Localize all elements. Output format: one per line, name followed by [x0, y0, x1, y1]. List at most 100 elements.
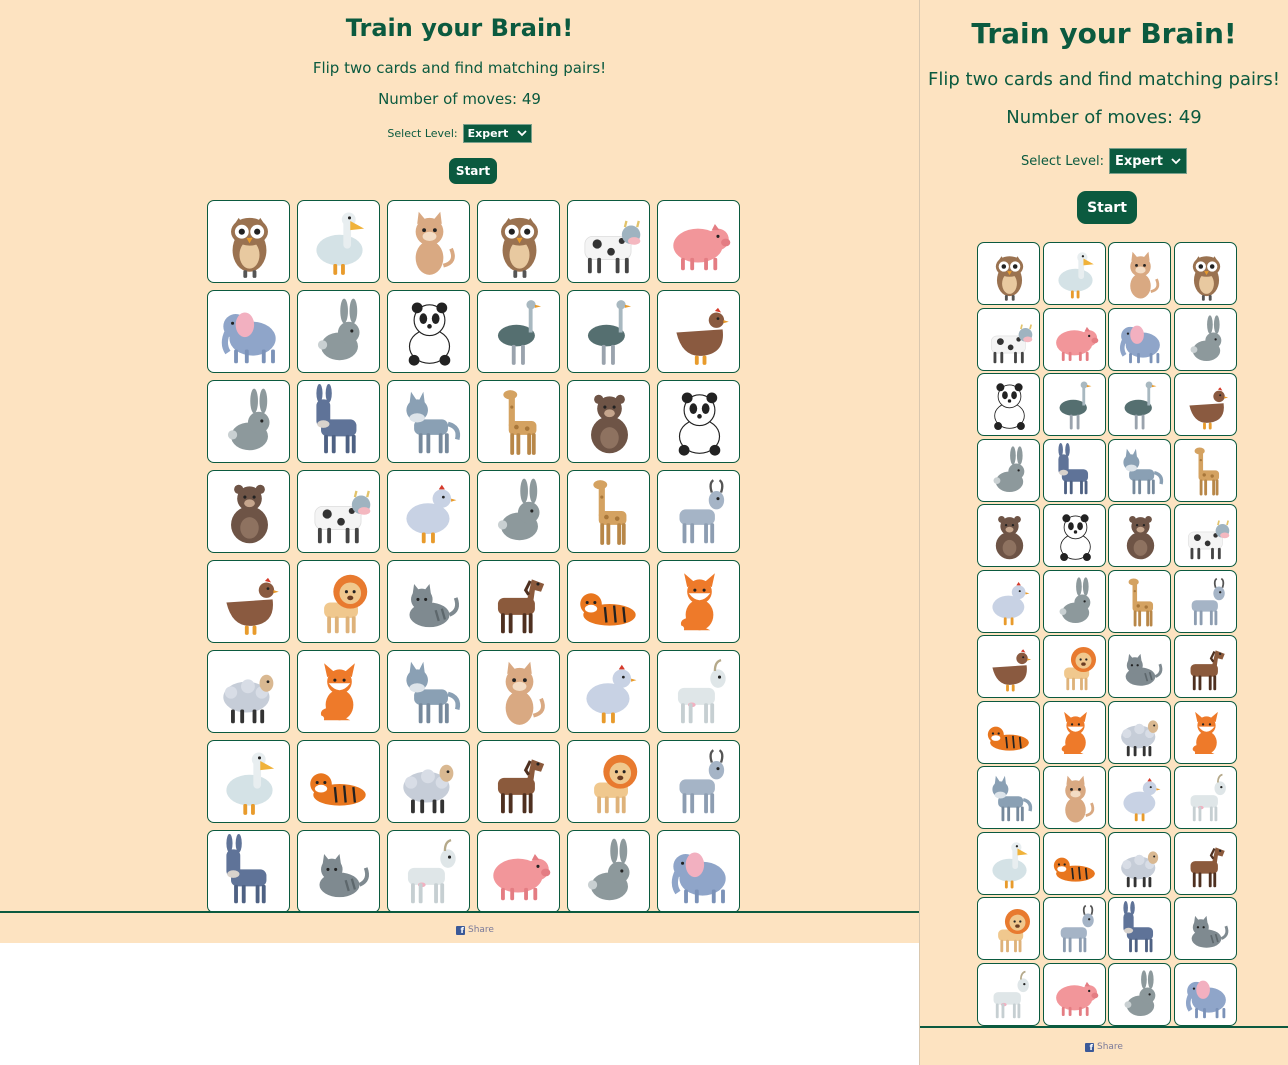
- memory-card-elephant[interactable]: [207, 290, 290, 373]
- memory-card-rabbit[interactable]: [1108, 962, 1171, 1026]
- memory-card-ostrich[interactable]: [1108, 373, 1171, 436]
- share-link[interactable]: f Share: [456, 925, 494, 935]
- memory-card-rabbit[interactable]: [207, 380, 290, 463]
- memory-card-goat[interactable]: [657, 740, 740, 823]
- memory-card-tiger[interactable]: [977, 700, 1040, 764]
- memory-card-donkey[interactable]: [297, 380, 380, 463]
- memory-card-fox[interactable]: [1042, 700, 1106, 764]
- memory-card-pig[interactable]: [657, 200, 740, 283]
- share-link[interactable]: f Share: [1085, 1042, 1123, 1052]
- memory-card-horse[interactable]: [1173, 831, 1237, 895]
- memory-card-horse[interactable]: [477, 560, 560, 643]
- start-button[interactable]: Start: [449, 158, 497, 184]
- memory-card-chicken[interactable]: [567, 650, 650, 733]
- memory-card-cow[interactable]: [567, 200, 650, 283]
- memory-card-tiger[interactable]: [297, 740, 380, 823]
- memory-card-gray-cat[interactable]: [1173, 897, 1237, 960]
- memory-card-pelican[interactable]: [1042, 242, 1106, 305]
- memory-card-panda[interactable]: [657, 380, 740, 463]
- memory-card-panda[interactable]: [1042, 504, 1106, 567]
- memory-card-ostrich[interactable]: [477, 290, 560, 373]
- memory-card-sheep[interactable]: [207, 650, 290, 733]
- memory-card-tiger[interactable]: [1042, 831, 1106, 895]
- memory-card-pelican[interactable]: [207, 740, 290, 823]
- memory-card-donkey[interactable]: [1042, 438, 1106, 502]
- memory-card-tiger[interactable]: [567, 560, 650, 643]
- memory-card-wolf[interactable]: [387, 380, 470, 463]
- memory-card-hen[interactable]: [657, 290, 740, 373]
- memory-card-gray-cat[interactable]: [387, 560, 470, 643]
- memory-card-white-goat[interactable]: [977, 962, 1040, 1026]
- memory-card-bear[interactable]: [567, 380, 650, 463]
- memory-card-bear[interactable]: [1108, 504, 1171, 567]
- memory-card-pelican[interactable]: [977, 831, 1040, 895]
- memory-card-horse[interactable]: [477, 740, 560, 823]
- start-button[interactable]: Start: [1077, 191, 1137, 224]
- memory-card-goat[interactable]: [657, 470, 740, 553]
- memory-card-lion[interactable]: [1042, 635, 1106, 698]
- memory-card-cat[interactable]: [477, 650, 560, 733]
- memory-card-sheep[interactable]: [387, 740, 470, 823]
- memory-card-wolf[interactable]: [1108, 438, 1171, 502]
- memory-card-owl[interactable]: [1173, 242, 1237, 305]
- memory-card-lion[interactable]: [297, 560, 380, 643]
- memory-card-white-goat[interactable]: [1173, 766, 1237, 829]
- memory-card-rabbit[interactable]: [1173, 307, 1237, 371]
- memory-card-elephant[interactable]: [1108, 307, 1171, 371]
- memory-card-rabbit[interactable]: [297, 290, 380, 373]
- memory-card-fox[interactable]: [297, 650, 380, 733]
- memory-card-bear[interactable]: [207, 470, 290, 553]
- memory-card-sheep[interactable]: [1108, 700, 1171, 764]
- memory-card-panda[interactable]: [977, 373, 1040, 436]
- memory-card-panda[interactable]: [387, 290, 470, 373]
- memory-card-rabbit[interactable]: [477, 470, 560, 553]
- memory-card-lion[interactable]: [567, 740, 650, 823]
- memory-card-cat[interactable]: [1108, 242, 1171, 305]
- memory-card-bear[interactable]: [977, 504, 1040, 567]
- memory-card-ostrich[interactable]: [1042, 373, 1106, 436]
- memory-card-cow[interactable]: [977, 307, 1040, 371]
- memory-card-rabbit[interactable]: [1042, 569, 1106, 633]
- memory-card-hen[interactable]: [207, 560, 290, 643]
- memory-card-wolf[interactable]: [387, 650, 470, 733]
- memory-card-giraffe[interactable]: [477, 380, 560, 463]
- memory-card-gray-cat[interactable]: [297, 830, 380, 912]
- memory-card-wolf[interactable]: [977, 766, 1040, 829]
- memory-card-pig[interactable]: [1042, 962, 1106, 1026]
- memory-card-elephant[interactable]: [657, 830, 740, 912]
- memory-card-rabbit[interactable]: [567, 830, 650, 912]
- memory-card-owl[interactable]: [477, 200, 560, 283]
- level-select[interactable]: Expert: [462, 124, 532, 143]
- memory-card-chicken[interactable]: [387, 470, 470, 553]
- memory-card-elephant[interactable]: [1173, 962, 1237, 1026]
- memory-card-giraffe[interactable]: [1173, 438, 1237, 502]
- memory-card-pig[interactable]: [477, 830, 560, 912]
- memory-card-donkey[interactable]: [1108, 897, 1171, 960]
- memory-card-giraffe[interactable]: [1108, 569, 1171, 633]
- memory-card-owl[interactable]: [977, 242, 1040, 305]
- memory-card-cow[interactable]: [1173, 504, 1237, 567]
- memory-card-horse[interactable]: [1173, 635, 1237, 698]
- memory-card-lion[interactable]: [977, 897, 1040, 960]
- memory-card-goat[interactable]: [1173, 569, 1237, 633]
- memory-card-pig[interactable]: [1042, 307, 1106, 371]
- memory-card-chicken[interactable]: [977, 569, 1040, 633]
- memory-card-cow[interactable]: [297, 470, 380, 553]
- memory-card-ostrich[interactable]: [567, 290, 650, 373]
- memory-card-white-goat[interactable]: [387, 830, 470, 912]
- memory-card-donkey[interactable]: [207, 830, 290, 912]
- memory-card-white-goat[interactable]: [657, 650, 740, 733]
- memory-card-giraffe[interactable]: [567, 470, 650, 553]
- memory-card-hen[interactable]: [977, 635, 1040, 698]
- memory-card-pelican[interactable]: [297, 200, 380, 283]
- memory-card-gray-cat[interactable]: [1108, 635, 1171, 698]
- memory-card-owl[interactable]: [207, 200, 290, 283]
- memory-card-cat[interactable]: [387, 200, 470, 283]
- memory-card-hen[interactable]: [1173, 373, 1237, 436]
- memory-card-rabbit[interactable]: [977, 438, 1040, 502]
- memory-card-fox[interactable]: [1173, 700, 1237, 764]
- memory-card-cat[interactable]: [1042, 766, 1106, 829]
- memory-card-fox[interactable]: [657, 560, 740, 643]
- memory-card-goat[interactable]: [1042, 897, 1106, 960]
- level-select[interactable]: Expert: [1108, 148, 1187, 174]
